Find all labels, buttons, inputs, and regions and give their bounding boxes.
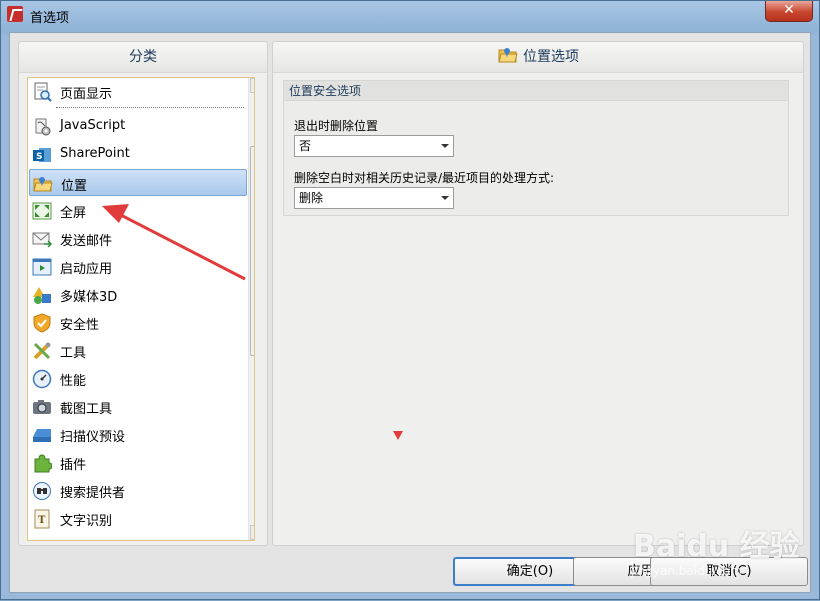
watermark-url: jingyan.baidu.com [631,564,742,578]
watermark-logo: Baidu 经验 [633,529,800,564]
preferences-window: 首选项 ✕ 分类 页面显示 JavaScript S SharePoint 位置… [0,0,820,600]
annotation-arrow-icon [102,204,246,281]
